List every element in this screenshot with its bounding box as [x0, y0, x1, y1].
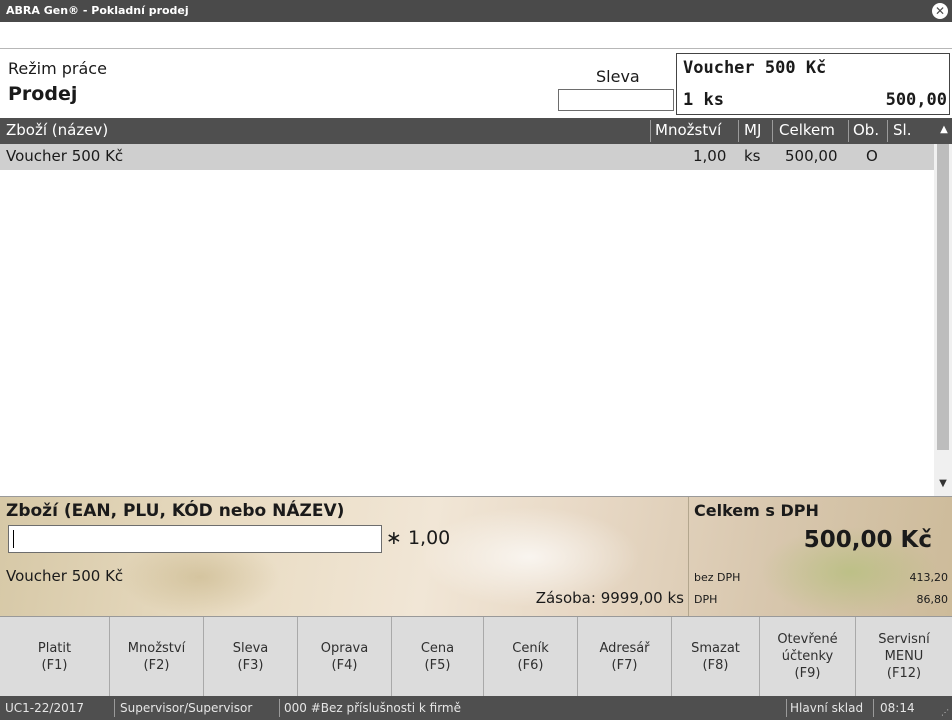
- service-menu-button[interactable]: Servisní MENU (F12): [856, 617, 952, 697]
- quantity-multiplier: ∗ 1,00: [386, 527, 451, 549]
- display-item-name: Voucher 500 Kč: [683, 58, 827, 78]
- mode-label: Režim práce: [8, 59, 107, 78]
- price-button[interactable]: Cena (F5): [392, 617, 484, 697]
- column-separator: [738, 120, 739, 142]
- status-store: Hlavní sklad: [790, 701, 864, 715]
- status-firm: 000 #Bez příslušnosti k firmě: [284, 701, 461, 715]
- column-separator: [887, 120, 888, 142]
- last-item-name: Voucher 500 Kč: [6, 567, 124, 585]
- scroll-up-icon[interactable]: ▲: [938, 122, 950, 138]
- resize-grip-icon[interactable]: ⋰: [941, 708, 949, 717]
- cell-ob: O: [866, 147, 878, 165]
- status-separator: [114, 699, 115, 717]
- open-receipts-button[interactable]: Otevřené účtenky (F9): [760, 617, 856, 697]
- scrollbar-thumb[interactable]: [937, 144, 949, 450]
- column-header-unit[interactable]: MJ: [744, 121, 761, 139]
- column-separator: [772, 120, 773, 142]
- total-value: 500,00 Kč: [803, 527, 932, 553]
- delete-button[interactable]: Smazat (F8): [672, 617, 760, 697]
- cell-total: 500,00: [785, 147, 838, 165]
- mode-value: Prodej: [8, 83, 78, 105]
- status-bar: UC1-22/2017 Supervisor/Supervisor 000 #B…: [0, 696, 952, 720]
- stock-level: Zásoba: 9999,00 ks: [535, 589, 684, 607]
- quantity-button[interactable]: Množství (F2): [110, 617, 204, 697]
- customer-display: Voucher 500 Kč 1 ks 500,00: [676, 53, 950, 115]
- column-header-sl[interactable]: Sl.: [893, 121, 911, 139]
- close-icon[interactable]: ✕: [932, 3, 948, 19]
- status-separator: [279, 699, 280, 717]
- items-table-header: Zboží (název) Množství MJ Celkem Ob. Sl.…: [0, 118, 952, 144]
- title-bar: ABRA Gen® - Pokladní prodej ✕: [0, 0, 952, 22]
- status-document: UC1-22/2017: [5, 701, 84, 715]
- column-header-quantity[interactable]: Množství: [655, 121, 721, 139]
- column-separator: [848, 120, 849, 142]
- total-label: Celkem s DPH: [694, 501, 819, 520]
- cell-quantity: 1,00: [693, 147, 727, 165]
- entry-panel: Zboží (EAN, PLU, KÓD nebo NÁZEV) ∗ 1,00 …: [0, 496, 952, 617]
- net-value: 413,20: [909, 571, 949, 584]
- discount-label: Sleva: [596, 67, 640, 86]
- correction-button[interactable]: Oprava (F4): [298, 617, 392, 697]
- header-panel: Režim práce Prodej Sleva Voucher 500 Kč …: [0, 48, 952, 118]
- cell-name: Voucher 500 Kč: [6, 147, 124, 165]
- cell-unit: ks: [744, 147, 761, 165]
- function-key-bar: Platit (F1) Množství (F2) Sleva (F3) Opr…: [0, 616, 952, 697]
- price-list-button[interactable]: Ceník (F6): [484, 617, 578, 697]
- totals-panel: Celkem s DPH 500,00 Kč bez DPH 413,20 DP…: [688, 497, 952, 616]
- product-entry-input[interactable]: [8, 525, 382, 553]
- status-user: Supervisor/Supervisor: [120, 701, 253, 715]
- vertical-scrollbar[interactable]: ▼: [934, 144, 952, 496]
- pay-button[interactable]: Platit (F1): [0, 617, 110, 697]
- address-book-button[interactable]: Adresář (F7): [578, 617, 672, 697]
- vat-label: DPH: [694, 593, 718, 606]
- net-label: bez DPH: [694, 571, 741, 584]
- text-caret: [13, 530, 14, 548]
- column-separator: [650, 120, 651, 142]
- table-row[interactable]: Voucher 500 Kč 1,00 ks 500,00 O: [0, 144, 934, 170]
- product-entry-label: Zboží (EAN, PLU, KÓD nebo NÁZEV): [6, 501, 345, 521]
- column-header-name[interactable]: Zboží (název): [6, 121, 108, 139]
- status-time: 08:14: [880, 701, 915, 715]
- status-separator: [786, 699, 787, 717]
- display-price: 500,00: [885, 90, 947, 110]
- vat-value: 86,80: [916, 593, 949, 606]
- items-table: Voucher 500 Kč 1,00 ks 500,00 O: [0, 144, 934, 496]
- discount-input[interactable]: [558, 89, 674, 111]
- display-quantity: 1 ks: [683, 90, 724, 110]
- status-separator: [873, 699, 874, 717]
- discount-button[interactable]: Sleva (F3): [204, 617, 298, 697]
- scroll-down-icon[interactable]: ▼: [937, 476, 949, 492]
- window-title: ABRA Gen® - Pokladní prodej: [6, 4, 189, 17]
- column-header-ob[interactable]: Ob.: [853, 121, 879, 139]
- column-header-total[interactable]: Celkem: [779, 121, 835, 139]
